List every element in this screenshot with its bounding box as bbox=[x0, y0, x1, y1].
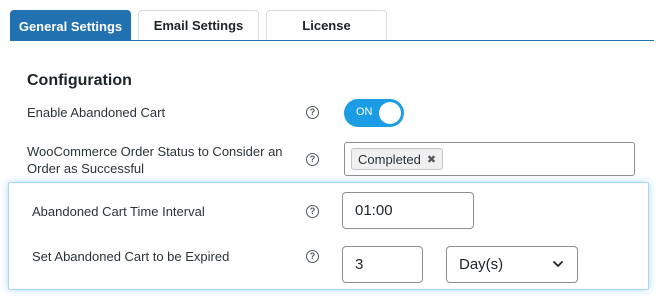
time-interval-label: Abandoned Cart Time Interval bbox=[32, 204, 205, 219]
order-status-label: WooCommerce Order Status to Consider an … bbox=[27, 144, 283, 176]
tab-general-settings[interactable]: General Settings bbox=[10, 10, 131, 41]
toggle-on-label: ON bbox=[356, 106, 373, 118]
tab-license[interactable]: License bbox=[266, 10, 387, 40]
chevron-down-icon bbox=[553, 261, 563, 267]
help-circle-icon[interactable]: ? bbox=[306, 250, 319, 263]
time-interval-input[interactable]: 01:00 bbox=[342, 192, 474, 229]
section-title: Configuration bbox=[27, 72, 132, 89]
help-circle-icon[interactable]: ? bbox=[306, 205, 319, 218]
enable-cart-toggle[interactable]: ON bbox=[344, 99, 404, 127]
chip-label: Completed bbox=[358, 151, 421, 167]
enable-cart-label: Enable Abandoned Cart bbox=[27, 105, 166, 120]
tab-email-settings[interactable]: Email Settings bbox=[138, 10, 259, 40]
help-circle-icon[interactable]: ? bbox=[306, 106, 319, 119]
settings-tabs: General Settings Email Settings License bbox=[10, 10, 654, 41]
order-status-multiselect[interactable]: Completed ✖ bbox=[344, 142, 635, 176]
selected-status-chip: Completed ✖ bbox=[351, 148, 444, 170]
expire-value-input[interactable]: 3 bbox=[342, 246, 423, 283]
expire-unit-value: Day(s) bbox=[459, 256, 504, 273]
toggle-knob bbox=[379, 102, 401, 124]
close-icon[interactable]: ✖ bbox=[427, 153, 436, 166]
help-circle-icon[interactable]: ? bbox=[306, 153, 319, 166]
expire-unit-select[interactable]: Day(s) bbox=[446, 246, 578, 283]
expire-label: Set Abandoned Cart to be Expired bbox=[32, 249, 230, 264]
